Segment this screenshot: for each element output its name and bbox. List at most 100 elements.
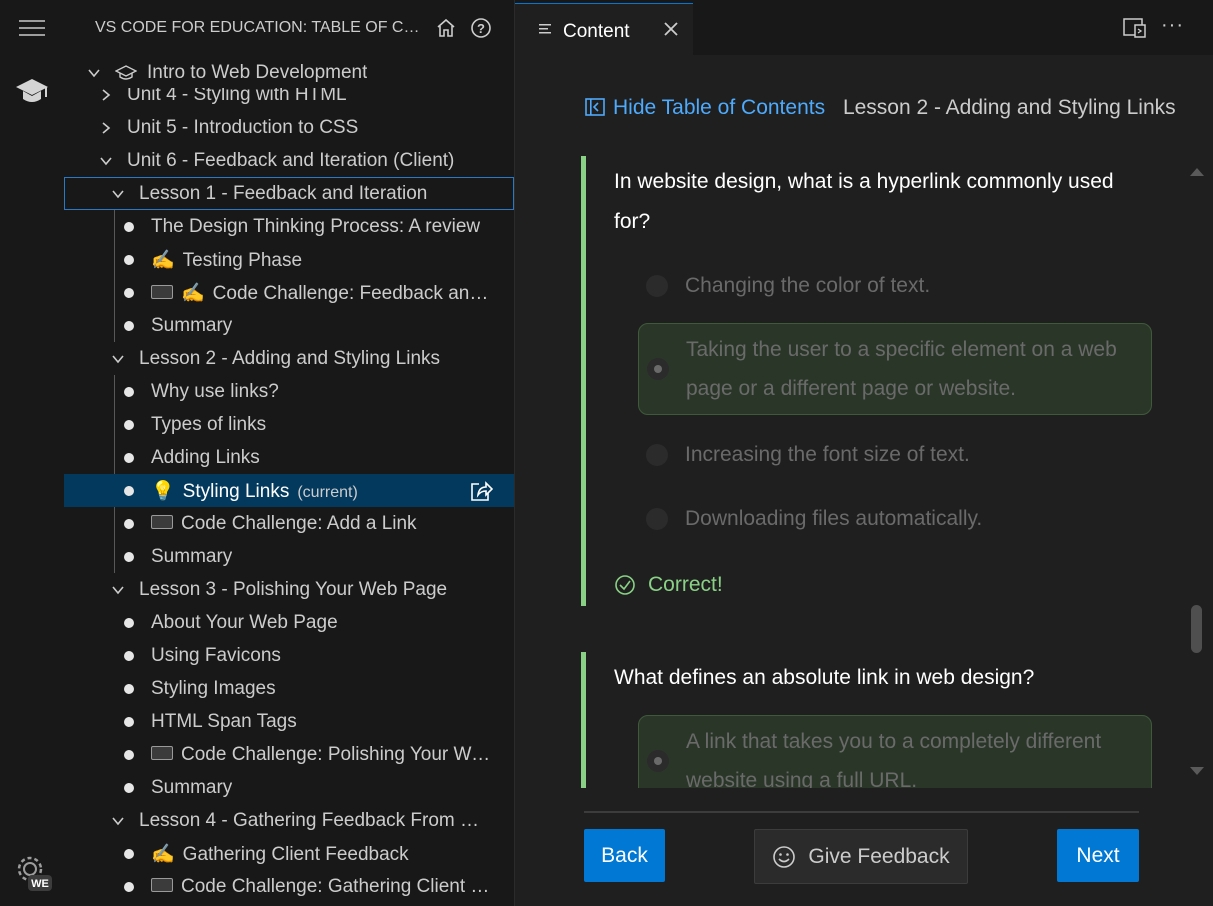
unit-label: Unit 5 - Introduction to CSS <box>127 116 359 138</box>
radio-button[interactable] <box>646 275 668 297</box>
answer-option[interactable]: Increasing the font size of text. <box>638 435 1150 475</box>
lesson-title: Lesson 2 - Adding and Styling Links <box>842 96 1176 119</box>
option-text: Changing the color of text. <box>685 274 931 297</box>
tree-item[interactable]: Summary <box>64 540 514 573</box>
home-icon[interactable] <box>434 16 458 40</box>
chevron-down-icon <box>98 153 114 169</box>
tree-item[interactable]: HTML Span Tags <box>64 705 514 738</box>
item-label: HTML Span Tags <box>151 710 297 732</box>
tree-item[interactable]: ✍ Gathering Client Feedback <box>64 837 514 870</box>
lesson-label: Lesson 1 - Feedback and Iteration <box>139 182 428 204</box>
item-label: Adding Links <box>151 446 260 468</box>
tree-item[interactable]: The Design Thinking Process: A review <box>64 210 514 243</box>
tree-item[interactable]: Types of links <box>64 408 514 441</box>
more-actions-icon[interactable]: ··· <box>1161 14 1184 37</box>
tree-item[interactable]: Code Challenge: Gathering Client Feedbac… <box>64 870 514 903</box>
tab-content[interactable]: Content <box>515 3 693 56</box>
back-button[interactable]: Back <box>584 829 665 882</box>
scrollbar-thumb[interactable] <box>1191 605 1202 653</box>
tree-unit[interactable]: Unit 5 - Introduction to CSS <box>64 111 514 144</box>
tree-item[interactable]: Adding Links <box>64 441 514 474</box>
item-label: Summary <box>151 776 233 798</box>
graduation-cap-icon[interactable] <box>0 74 64 110</box>
scroll-up-icon[interactable] <box>1190 164 1204 182</box>
bullet-icon <box>124 882 134 892</box>
tab-bar: Content ··· <box>515 0 1213 56</box>
item-label: Summary <box>151 545 233 567</box>
hide-toc-link[interactable]: Hide Table of Contents <box>585 96 831 119</box>
settings-gear-icon[interactable]: WE <box>0 848 64 894</box>
item-label: Code Challenge: Feedback and Iteration <box>212 282 496 304</box>
bullet-icon <box>124 717 134 727</box>
radio-button-selected[interactable] <box>647 358 669 380</box>
open-preview-icon[interactable] <box>1123 17 1147 44</box>
item-label: The Design Thinking Process: A review <box>151 215 481 237</box>
writing-hand-icon: ✍ <box>151 843 175 865</box>
bullet-icon <box>124 321 134 331</box>
question-scroll-area[interactable]: In website design, what is a hyperlink c… <box>515 150 1213 788</box>
tree-unit[interactable]: Unit 4 - Styling with HTML <box>64 88 514 111</box>
tree-item[interactable]: ✍ Testing Phase <box>64 243 514 276</box>
divider <box>584 811 1139 813</box>
radio-button-selected[interactable] <box>647 750 669 772</box>
bullet-icon <box>124 750 134 760</box>
lesson-label: Lesson 2 - Adding and Styling Links <box>139 347 441 369</box>
editor-area: Content ··· Hide Table of Contents Lesso… <box>515 0 1213 906</box>
bullet-icon <box>124 783 134 793</box>
tree-item[interactable]: ✍ Code Challenge: Feedback and Iteration <box>64 276 514 309</box>
keyboard-icon <box>151 515 173 530</box>
item-label: Summary <box>151 314 233 336</box>
answer-option[interactable]: Changing the color of text. <box>638 266 1150 306</box>
item-label: Styling Links <box>182 480 290 502</box>
answer-option[interactable]: Downloading files automatically. <box>638 499 1150 539</box>
lesson-label: Lesson 4 - Gathering Feedback From a Cli… <box>139 809 489 831</box>
writing-hand-icon: ✍ <box>151 249 175 271</box>
close-icon[interactable] <box>663 21 679 42</box>
tree-item[interactable]: Why use links? <box>64 375 514 408</box>
tree-item[interactable]: Summary <box>64 309 514 342</box>
give-feedback-label: Give Feedback <box>808 844 950 868</box>
tree-lesson[interactable]: Lesson 4 - Gathering Feedback From a Cli… <box>64 804 514 837</box>
item-label: Gathering Client Feedback <box>182 843 409 865</box>
tree-item[interactable]: Summary <box>64 771 514 804</box>
content-header: Hide Table of Contents Lesson 2 - Adding… <box>585 96 1176 120</box>
option-text: Taking the user to a specific element on… <box>686 338 1117 400</box>
answer-feedback: Correct! <box>614 573 723 597</box>
tree-item[interactable]: About Your Web Page <box>64 606 514 639</box>
keyboard-icon <box>151 746 173 761</box>
bullet-icon <box>124 519 134 529</box>
tree-item[interactable]: Using Favicons <box>64 639 514 672</box>
keyboard-icon <box>151 878 173 893</box>
chevron-down-icon <box>110 582 126 598</box>
check-circle-icon <box>615 575 635 595</box>
scroll-down-icon[interactable] <box>1190 763 1204 781</box>
tree-item[interactable]: Code Challenge: Polishing Your Web Page <box>64 738 514 771</box>
tree-item-current[interactable]: 💡 Styling Links (current) <box>64 474 514 507</box>
tree-lesson[interactable]: Lesson 1 - Feedback and Iteration <box>64 177 514 210</box>
hamburger-menu-icon[interactable] <box>0 16 64 40</box>
chevron-right-icon <box>98 120 114 136</box>
preview-lines-icon <box>539 22 553 41</box>
answer-option-selected[interactable]: A link that takes you to a completely di… <box>638 715 1152 788</box>
unit-label: Unit 6 - Feedback and Iteration (Client) <box>127 149 455 171</box>
tree-item[interactable]: Styling Images <box>64 672 514 705</box>
item-label: Code Challenge: Gathering Client Feedbac… <box>181 875 491 897</box>
tree-body: Unit 4 - Styling with HTML Unit 5 - Intr… <box>64 88 514 906</box>
open-external-icon[interactable] <box>468 478 494 504</box>
tree-course[interactable]: Intro to Web Development <box>64 56 514 89</box>
radio-button[interactable] <box>646 508 668 530</box>
answer-option-selected[interactable]: Taking the user to a specific element on… <box>638 323 1152 415</box>
mortarboard-icon <box>115 64 137 81</box>
bullet-icon <box>124 453 134 463</box>
question-text: What defines an absolute link in web des… <box>614 666 1035 689</box>
svg-text:?: ? <box>477 21 485 36</box>
help-icon[interactable]: ? <box>469 16 493 40</box>
tree-lesson[interactable]: Lesson 2 - Adding and Styling Links <box>64 342 514 375</box>
tree-lesson[interactable]: Lesson 3 - Polishing Your Web Page <box>64 573 514 606</box>
current-tag: (current) <box>297 483 358 501</box>
radio-button[interactable] <box>646 444 668 466</box>
tree-item[interactable]: Code Challenge: Add a Link <box>64 507 514 540</box>
next-button[interactable]: Next <box>1057 829 1139 882</box>
tree-unit[interactable]: Unit 6 - Feedback and Iteration (Client) <box>64 144 514 177</box>
give-feedback-button[interactable]: Give Feedback <box>754 829 968 884</box>
